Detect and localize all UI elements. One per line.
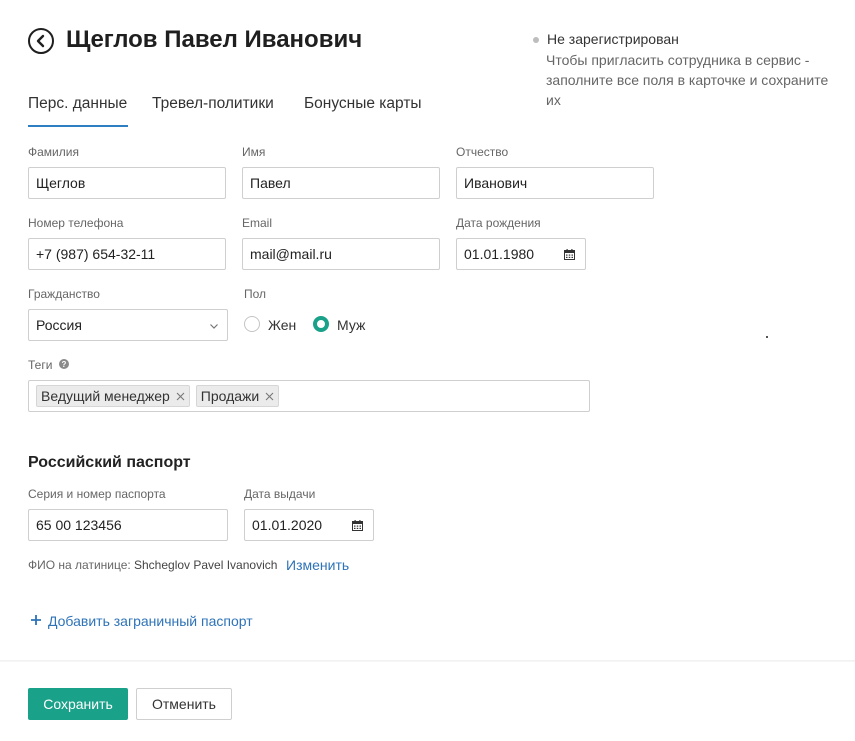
tag-item: Ведущий менеджер (36, 385, 190, 407)
email-input[interactable]: mail@mail.ru (242, 238, 440, 270)
footer-bar (0, 662, 855, 741)
middle-name-label: Отчество (456, 145, 509, 159)
save-button[interactable]: Сохранить (28, 688, 128, 720)
issue-date-input[interactable]: 01.01.2020 (244, 509, 374, 541)
tab-bonus-cards[interactable]: Бонусные карты (304, 95, 422, 113)
birth-date-input[interactable]: 01.01.1980 (456, 238, 586, 270)
help-icon[interactable]: ? (59, 359, 69, 369)
gender-female-label[interactable]: Жен (268, 317, 296, 333)
tag-label: Ведущий менеджер (41, 388, 170, 404)
last-name-value: Щеглов (36, 175, 86, 191)
calendar-icon[interactable] (564, 249, 575, 260)
tag-item: Продажи (195, 385, 280, 407)
passport-number-value: 65 00 123456 (36, 517, 122, 533)
tag-label: Продажи (200, 388, 260, 404)
birth-date-value: 01.01.1980 (464, 246, 535, 262)
citizenship-value: Россия (36, 317, 82, 333)
citizenship-select[interactable]: Россия (28, 309, 228, 341)
close-icon[interactable] (265, 392, 274, 401)
latin-name-value: Shcheglov Pavel Ivanovich (134, 558, 278, 572)
last-name-label: Фамилия (28, 145, 79, 159)
gender-male-radio[interactable] (313, 316, 329, 332)
tab-personal-data[interactable]: Перс. данные (28, 95, 127, 113)
latin-name-label: ФИО на латинице: (28, 558, 131, 572)
plus-icon[interactable] (30, 614, 42, 626)
citizenship-label: Гражданство (28, 287, 100, 301)
phone-label: Номер телефона (28, 216, 124, 230)
status-description: Чтобы пригласить сотрудника в сервис - з… (546, 52, 829, 108)
status-dot-icon (533, 37, 539, 43)
issue-date-label: Дата выдачи (244, 487, 316, 501)
tags-input[interactable]: Ведущий менеджер Продажи (28, 380, 590, 412)
birth-date-label: Дата рождения (456, 216, 541, 230)
passport-section-title: Российский паспорт (28, 454, 191, 471)
email-value: mail@mail.ru (250, 246, 332, 262)
cancel-button[interactable]: Отменить (136, 688, 232, 720)
change-latin-link[interactable]: Изменить (286, 557, 349, 573)
passport-number-input[interactable]: 65 00 123456 (28, 509, 228, 541)
first-name-input[interactable]: Павел (242, 167, 440, 199)
close-icon[interactable] (176, 392, 185, 401)
arrow-left-icon (36, 34, 45, 48)
first-name-label: Имя (242, 145, 266, 159)
passport-number-label: Серия и номер паспорта (28, 487, 166, 501)
gender-female-radio[interactable] (244, 316, 260, 332)
middle-name-value: Иванович (464, 175, 528, 191)
stray-dot (766, 336, 768, 338)
email-label: Email (242, 216, 273, 230)
phone-value: +7 (987) 654-32-11 (36, 246, 156, 262)
back-button[interactable] (28, 28, 54, 54)
gender-male-label[interactable]: Муж (337, 317, 365, 333)
first-name-value: Павел (250, 175, 291, 191)
chevron-down-icon (210, 324, 218, 329)
issue-date-value: 01.01.2020 (252, 517, 323, 533)
last-name-input[interactable]: Щеглов (28, 167, 226, 199)
add-foreign-passport-link[interactable]: Добавить заграничный паспорт (48, 613, 253, 629)
calendar-icon[interactable] (352, 520, 363, 531)
tab-travel-policies[interactable]: Тревел-политики (152, 95, 274, 113)
phone-input[interactable]: +7 (987) 654-32-11 (28, 238, 226, 270)
gender-label: Пол (244, 287, 267, 301)
tags-label: Теги (28, 358, 53, 372)
page-title: Щеглов Павел Иванович (66, 26, 363, 53)
tab-active-indicator (28, 125, 128, 127)
status-title: Не зарегистрирован (547, 31, 679, 47)
middle-name-input[interactable]: Иванович (456, 167, 654, 199)
